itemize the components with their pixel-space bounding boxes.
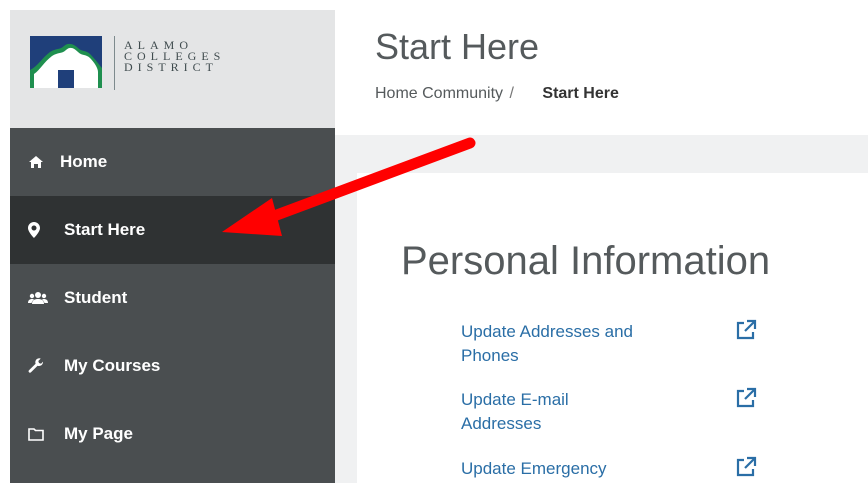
link-line-1: Update Addresses and	[461, 322, 634, 341]
map-marker-icon	[28, 222, 50, 238]
sidebar-item-student[interactable]: Student	[10, 264, 335, 332]
link-line-2: Phones	[461, 346, 519, 365]
sidebar-item-label: My Courses	[64, 356, 161, 375]
logo-area[interactable]: ALAMO COLLEGES DISTRICT	[10, 10, 335, 128]
sidebar-item-label: My Page	[64, 424, 133, 443]
logo-line-3: DISTRICT	[124, 60, 218, 74]
sidebar: ALAMO COLLEGES DISTRICT Home Start Here …	[10, 10, 335, 483]
top-strip	[0, 0, 868, 10]
link-line-1: Update Emergency	[461, 459, 607, 478]
sidebar-item-label: Home	[60, 152, 108, 171]
alamo-logo-icon	[30, 36, 102, 88]
link-line-2: Addresses	[461, 414, 542, 433]
users-icon	[28, 291, 50, 305]
link-update-emergency[interactable]: Update Emergency	[461, 457, 607, 481]
sidebar-item-home[interactable]: Home	[10, 128, 335, 196]
home-icon	[28, 155, 50, 169]
breadcrumb-current: Start Here	[542, 85, 619, 102]
external-link-icon[interactable]	[735, 456, 757, 478]
sidebar-item-label: Student	[64, 288, 128, 307]
external-link-icon[interactable]	[735, 387, 757, 409]
logo-text: ALAMO COLLEGES DISTRICT	[124, 39, 225, 74]
page-title: Start Here	[375, 26, 540, 67]
external-link-icon[interactable]	[735, 319, 757, 341]
sidebar-item-my-courses[interactable]: My Courses	[10, 332, 335, 400]
main-content: Personal Information Update Addresses an…	[357, 173, 868, 483]
wrench-icon	[28, 358, 50, 374]
gray-band	[335, 135, 868, 173]
sidebar-item-start-here[interactable]: Start Here	[10, 196, 335, 264]
sidebar-item-label: Start Here	[64, 220, 146, 239]
page-header: Start Here Home Community / Start Here	[335, 10, 868, 135]
breadcrumb-separator: /	[509, 85, 514, 102]
section-heading: Personal Information	[401, 239, 771, 283]
link-update-addresses-phones[interactable]: Update Addresses and Phones	[461, 320, 633, 368]
link-line-1: Update E-mail	[461, 390, 569, 409]
sidebar-item-my-page[interactable]: My Page	[10, 400, 335, 468]
logo-divider	[114, 36, 115, 90]
breadcrumb: Home Community / Start Here	[375, 85, 619, 103]
breadcrumb-home-community[interactable]: Home Community	[375, 85, 503, 102]
link-update-email-addresses[interactable]: Update E-mail Addresses	[461, 388, 569, 436]
folder-icon	[28, 427, 50, 441]
gray-gutter	[335, 173, 357, 483]
